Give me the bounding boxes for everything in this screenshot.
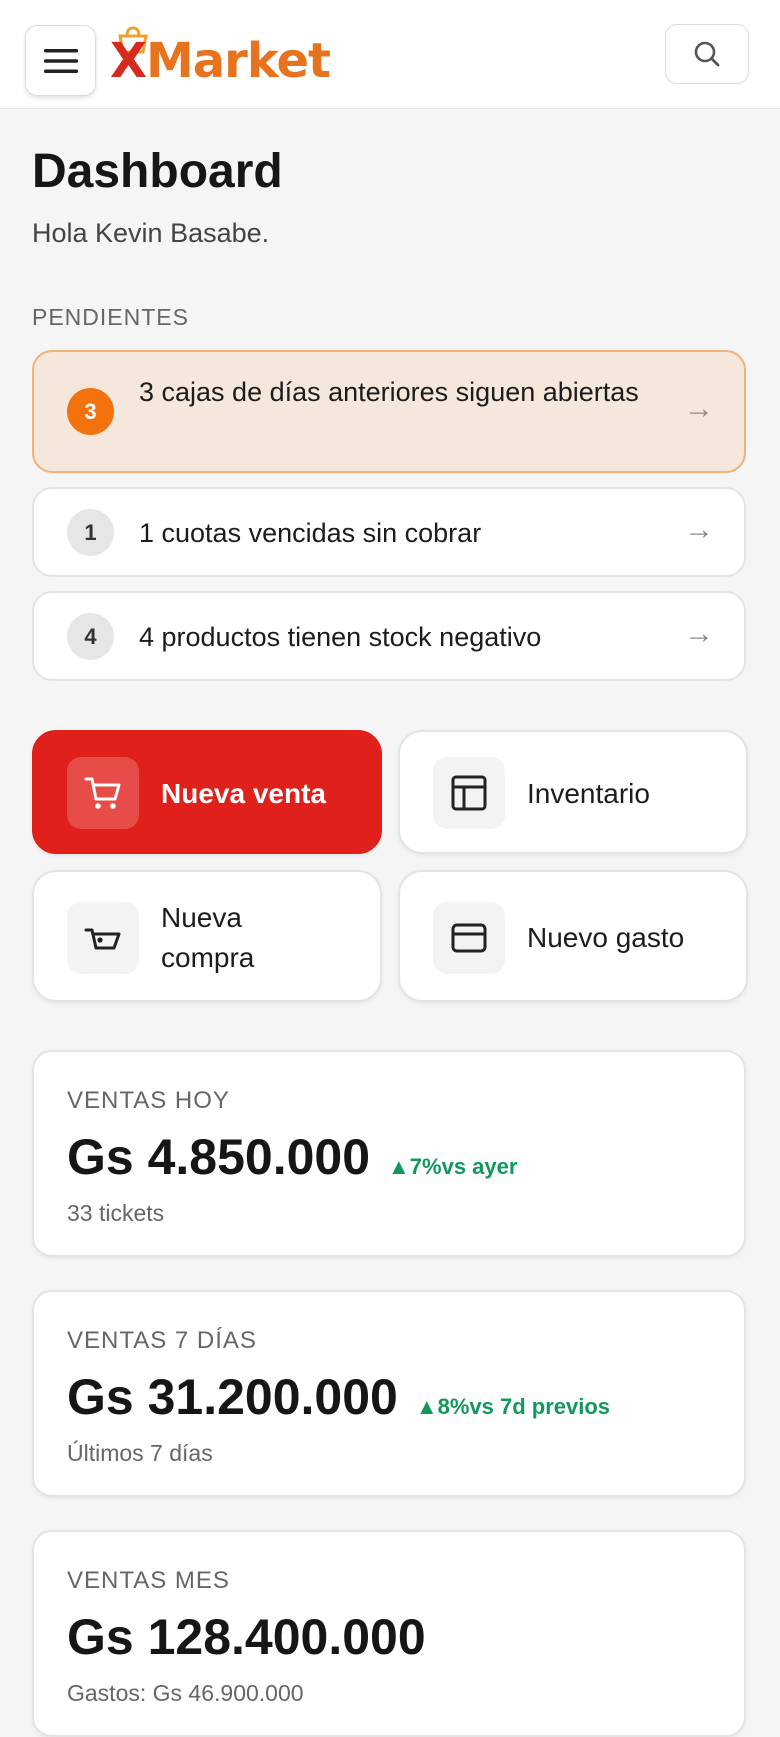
stat-subtext: 33 tickets [67,1200,165,1226]
search-button[interactable] [665,24,749,84]
table-icon [433,757,505,829]
arrow-right-icon: → [684,617,714,650]
stat-value-row: Gs 4.850.000 ▲7%vs ayer [67,1126,517,1188]
basket-icon [67,902,139,974]
pending-count-badge: 3 [67,388,114,435]
new-purchase-button[interactable]: Nueva compra [32,870,382,1002]
stat-value: Gs 128.400.000 [67,1609,426,1665]
inventory-label: Inventario [527,778,650,809]
pending-negative-stock[interactable]: 4 4 productos tienen stock negativo → [32,591,746,681]
stat-card-sales-month[interactable]: VENTAS MES Gs 128.400.000 Gastos: Gs 46.… [32,1530,746,1737]
stat-value-row: Gs 128.400.000 [67,1606,426,1668]
hamburger-icon [43,48,78,73]
pending-count-badge: 1 [67,509,114,556]
pending-open-cash-registers[interactable]: 3 3 cajas de días anteriores siguen abie… [32,350,746,473]
stat-label: VENTAS MES [67,1567,230,1594]
menu-button[interactable] [25,25,96,96]
card-icon [433,902,505,974]
new-sale-button[interactable]: Nueva venta [32,730,382,854]
stat-subtext: Gastos: Gs 46.900.000 [67,1680,304,1706]
stat-card-sales-today[interactable]: VENTAS HOY Gs 4.850.000 ▲7%vs ayer 33 ti… [32,1050,746,1257]
logo-letter: X [110,33,147,89]
stat-value: Gs 4.850.000 [67,1129,371,1185]
stat-delta: ▲7%vs ayer [388,1154,518,1179]
cart-icon [67,757,139,829]
xmarket-logo[interactable]: XMarket [110,26,350,90]
stat-value-row: Gs 31.200.000 ▲8%vs 7d previos [67,1366,610,1428]
new-sale-label: Nueva venta [161,778,326,809]
stat-label: VENTAS HOY [67,1087,230,1114]
inventory-button[interactable]: Inventario [398,730,748,854]
logo-wordmark: XMarket [110,33,331,89]
pending-text: 3 cajas de días anteriores siguen abiert… [139,377,639,407]
greeting-text: Hola Kevin Basabe. [32,218,270,248]
logo-text: Market [146,33,331,89]
arrow-right-icon: → [684,513,714,546]
new-expense-label: Nuevo gasto [527,922,685,953]
new-expense-button[interactable]: Nuevo gasto [398,870,748,1002]
stat-subtext: Últimos 7 días [67,1440,213,1466]
new-purchase-label: Nueva compra [161,902,255,973]
pending-text: 4 productos tienen stock negativo [139,622,542,652]
stat-delta: ▲8%vs 7d previos [415,1394,611,1419]
stat-value: Gs 31.200.000 [67,1369,398,1425]
search-icon [694,41,720,67]
pending-section-label: PENDIENTES [32,304,189,330]
page-title: Dashboard [32,145,283,198]
top-bar: XMarket [0,0,780,109]
pending-count-badge: 4 [67,613,114,660]
arrow-right-icon: → [684,392,714,425]
stat-card-sales-7-days[interactable]: VENTAS 7 DÍAS Gs 31.200.000 ▲8%vs 7d pre… [32,1290,746,1497]
pending-overdue-installments[interactable]: 1 1 cuotas vencidas sin cobrar → [32,487,746,577]
pending-text: 1 cuotas vencidas sin cobrar [139,518,482,548]
stat-label: VENTAS 7 DÍAS [67,1327,257,1354]
